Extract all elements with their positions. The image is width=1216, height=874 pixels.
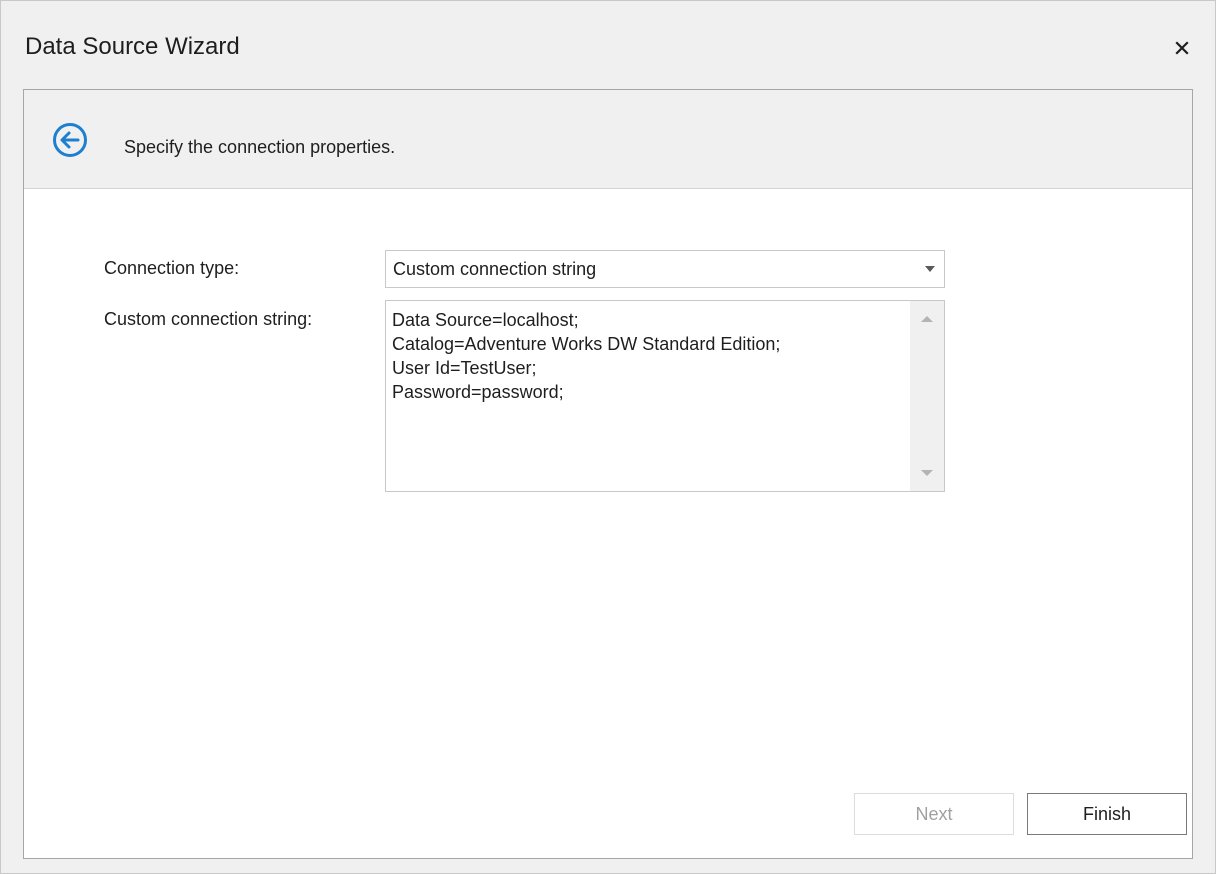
connection-type-dropdown[interactable]: Custom connection string: [385, 250, 945, 288]
connection-type-label: Connection type:: [104, 258, 240, 278]
chevron-down-icon: [925, 266, 935, 272]
scroll-up-button[interactable]: [910, 307, 944, 331]
scroll-down-arrow-icon: [921, 470, 933, 476]
connection-string-label: Custom connection string:: [104, 309, 313, 329]
back-arrow-circle-icon: [53, 123, 87, 157]
wizard-content: Specify the connection properties. Conne…: [23, 89, 1193, 859]
connection-string-scrollbar[interactable]: [910, 301, 944, 491]
title-bar: Data Source Wizard: [1, 1, 1215, 89]
wizard-step-description: Specify the connection properties.: [124, 137, 396, 157]
back-button[interactable]: [52, 122, 88, 158]
connection-string-text[interactable]: Data Source=localhost; Catalog=Adventure…: [392, 308, 780, 404]
wizard-window: Data Source Wizard Specify the connectio…: [0, 0, 1216, 874]
window-title: Data Source Wizard: [25, 33, 240, 60]
wizard-header: Specify the connection properties.: [24, 90, 1192, 189]
close-icon: [1175, 41, 1189, 55]
scroll-down-button[interactable]: [910, 461, 944, 485]
scroll-up-arrow-icon: [921, 316, 933, 322]
connection-string-input[interactable]: Data Source=localhost; Catalog=Adventure…: [385, 300, 945, 492]
finish-button[interactable]: Finish: [1027, 793, 1187, 835]
next-button[interactable]: Next: [854, 793, 1014, 835]
connection-type-value: Custom connection string: [393, 259, 597, 279]
close-button[interactable]: [1169, 35, 1195, 61]
